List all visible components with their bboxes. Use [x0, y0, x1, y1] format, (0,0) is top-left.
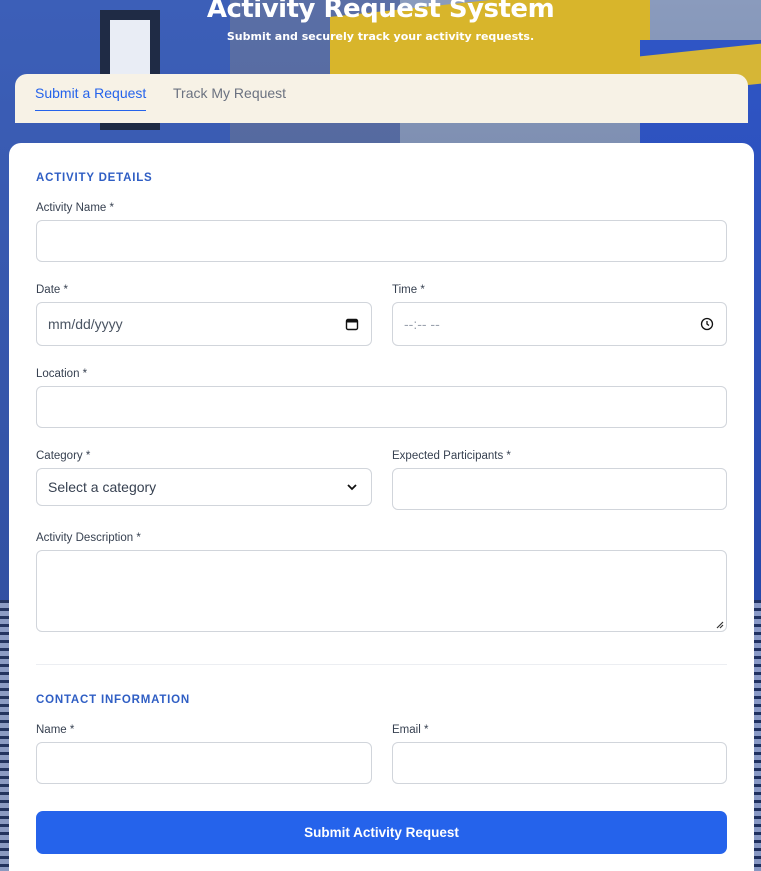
- date-input[interactable]: mm/dd/yyyy: [36, 302, 372, 346]
- page-header: Activity Request System Submit and secur…: [0, 0, 761, 43]
- section-divider: [36, 664, 727, 665]
- tab-bar: Submit a Request Track My Request: [15, 74, 748, 123]
- section-title-contact: CONTACT INFORMATION: [36, 694, 191, 706]
- submit-button[interactable]: Submit Activity Request: [36, 811, 727, 854]
- date-placeholder: mm/dd/yyyy: [48, 316, 123, 332]
- resize-handle-icon[interactable]: [715, 620, 724, 629]
- request-form: ACTIVITY DETAILS Activity Name * Date * …: [9, 143, 754, 871]
- tab-submit-request[interactable]: Submit a Request: [35, 85, 147, 111]
- time-input[interactable]: --:-- --: [392, 302, 727, 346]
- location-label: Location *: [36, 368, 88, 380]
- page-subtitle: Submit and securely track your activity …: [226, 30, 535, 43]
- description-label: Activity Description *: [36, 532, 141, 544]
- clock-icon[interactable]: [700, 317, 714, 331]
- participants-label: Expected Participants *: [392, 450, 511, 462]
- participants-input[interactable]: [392, 468, 727, 510]
- chevron-down-icon: [347, 484, 357, 491]
- email-label: Email *: [392, 724, 429, 736]
- name-input[interactable]: [36, 742, 372, 784]
- email-input[interactable]: [392, 742, 727, 784]
- section-title-activity: ACTIVITY DETAILS: [36, 172, 153, 184]
- category-selected: Select a category: [48, 479, 157, 495]
- activity-name-input[interactable]: [36, 220, 727, 262]
- category-label: Category *: [36, 450, 91, 462]
- date-label: Date *: [36, 284, 68, 296]
- time-label: Time *: [392, 284, 425, 296]
- time-placeholder: --:-- --: [404, 316, 440, 332]
- name-label: Name *: [36, 724, 75, 736]
- activity-name-label: Activity Name *: [36, 202, 114, 214]
- description-textarea[interactable]: [36, 550, 727, 632]
- calendar-icon[interactable]: [345, 317, 359, 331]
- category-select[interactable]: Select a category: [36, 468, 372, 506]
- page-title: Activity Request System: [206, 0, 555, 24]
- tab-track-request[interactable]: Track My Request: [173, 85, 286, 101]
- location-input[interactable]: [36, 386, 727, 428]
